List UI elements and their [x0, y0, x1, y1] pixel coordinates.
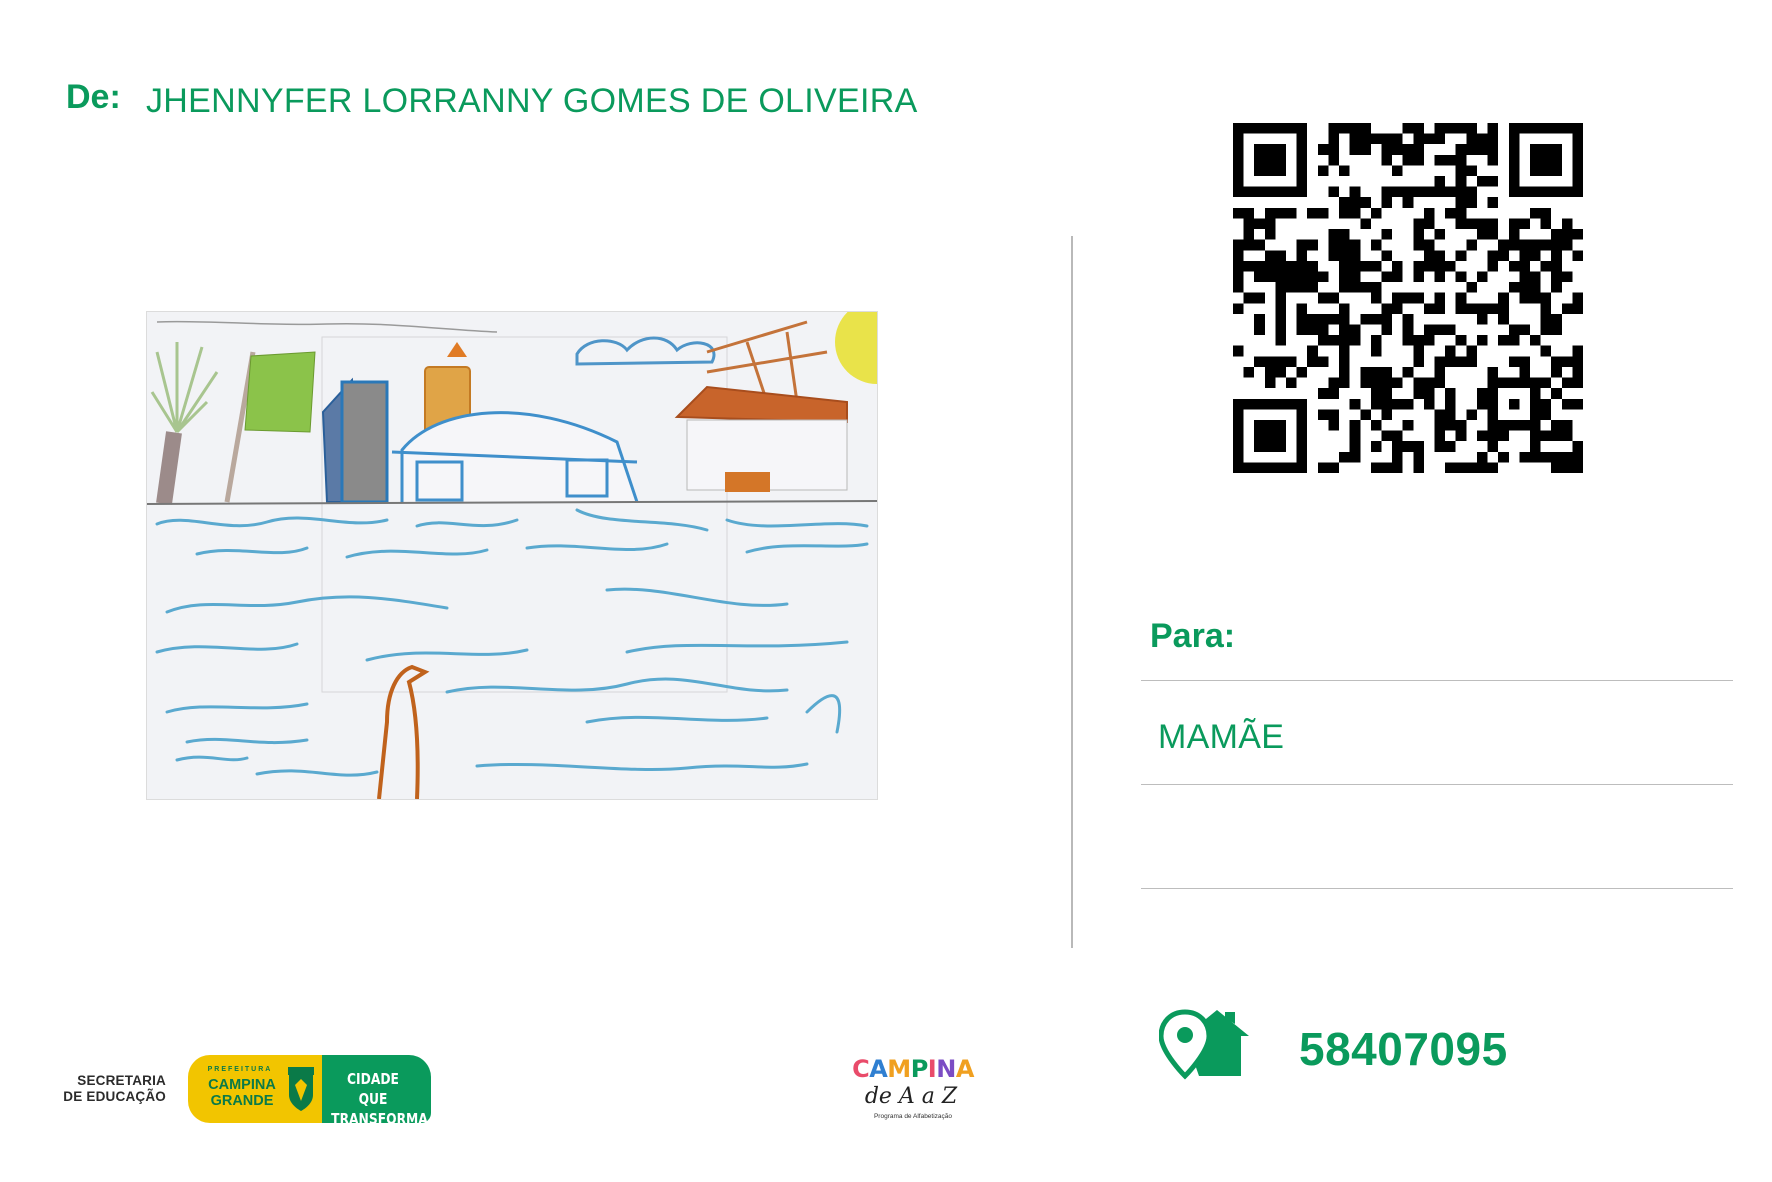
from-label: De:	[66, 78, 121, 116]
program-title: CAMPINA	[852, 1055, 974, 1083]
campina-de-a-a-z-logo: CAMPINA de A a Z Programa de Alfabetizaç…	[848, 1055, 978, 1125]
city-crest-icon	[286, 1065, 316, 1113]
child-drawing	[146, 311, 878, 800]
address-line-3	[1141, 888, 1733, 889]
vertical-divider	[1071, 236, 1073, 948]
sender-name: JHENNYFER LORRANNY GOMES DE OLIVEIRA	[146, 82, 918, 120]
cidade-que-transforma-logo: CIDADE QUE TRANSFORMA	[322, 1055, 431, 1128]
to-label: Para:	[1150, 617, 1236, 655]
home-location-pin-icon	[1158, 1008, 1251, 1080]
recipient-name: MAMÃE	[1158, 718, 1285, 756]
prefeitura-city: CAMPINA GRANDE	[208, 1077, 276, 1109]
slogan-text: CIDADE QUE TRANSFORMA	[331, 1070, 428, 1128]
address-line-1	[1141, 680, 1733, 681]
qr-code[interactable]	[1233, 123, 1583, 473]
secretaria-educacao-text: SECRETARIA DE EDUCAÇÃO	[63, 1073, 166, 1104]
program-subtitle: de A a Z	[864, 1084, 958, 1109]
program-tagline: Programa de Alfabetização	[873, 1113, 953, 1120]
prefeitura-logo: PREFEITURA CAMPINA GRANDE	[188, 1055, 322, 1123]
prefeitura-label: PREFEITURA	[207, 1066, 273, 1073]
postal-code: 58407095	[1299, 1023, 1508, 1075]
address-line-2	[1141, 784, 1733, 785]
